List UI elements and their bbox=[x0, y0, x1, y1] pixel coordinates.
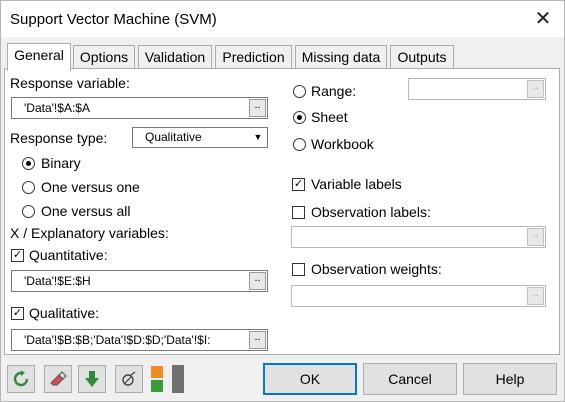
quantitative-value: 'Data'!$E:$H bbox=[24, 274, 91, 288]
eraser-icon bbox=[50, 371, 67, 386]
response-type-label: Response type: bbox=[10, 130, 108, 146]
orange-block-icon bbox=[151, 366, 163, 378]
observation-labels-field[interactable]: .. bbox=[291, 226, 546, 248]
tab-general[interactable]: General bbox=[7, 43, 71, 71]
close-icon[interactable]: ✕ bbox=[528, 8, 558, 30]
svm-dialog: Support Vector Machine (SVM) ✕ General O… bbox=[0, 0, 565, 402]
sheet-label: Sheet bbox=[311, 109, 348, 125]
observation-weights-ref-button[interactable]: .. bbox=[527, 287, 544, 305]
one-versus-one-label: One versus one bbox=[41, 179, 140, 195]
observation-weights-field[interactable]: .. bbox=[291, 285, 546, 307]
observation-labels-ref-button[interactable]: .. bbox=[527, 228, 544, 246]
title-bar: Support Vector Machine (SVM) ✕ bbox=[1, 1, 564, 37]
reset-icon bbox=[13, 370, 29, 387]
green-block-icon bbox=[151, 380, 163, 392]
tab-outputs[interactable]: Outputs bbox=[390, 45, 454, 69]
workbook-label: Workbook bbox=[311, 136, 374, 152]
response-variable-ref-button[interactable]: .. bbox=[249, 99, 266, 117]
workbook-radio[interactable] bbox=[293, 138, 306, 151]
qualitative-value: 'Data'!$B:$B;'Data'!$D:$D;'Data'!$I: bbox=[24, 333, 211, 347]
tab-validation[interactable]: Validation bbox=[138, 45, 212, 69]
response-type-select[interactable]: Qualitative ▼ bbox=[132, 127, 268, 148]
window-title: Support Vector Machine (SVM) bbox=[10, 11, 217, 28]
one-versus-all-radio[interactable] bbox=[22, 205, 35, 218]
clear-button[interactable] bbox=[44, 365, 72, 393]
down-arrow-icon bbox=[85, 371, 99, 387]
observation-labels-checkbox[interactable] bbox=[292, 206, 305, 219]
observation-weights-label: Observation weights: bbox=[311, 261, 442, 277]
explanatory-variables-label: X / Explanatory variables: bbox=[10, 225, 169, 241]
range-ref-button[interactable]: .. bbox=[527, 80, 544, 98]
variable-labels-checkbox[interactable]: ✓ bbox=[292, 178, 305, 191]
binary-label: Binary bbox=[41, 155, 81, 171]
sheet-radio[interactable] bbox=[293, 111, 306, 124]
quantitative-ref-button[interactable]: .. bbox=[249, 272, 266, 290]
general-panel: Response variable: 'Data'!$A:$A .. Respo… bbox=[4, 68, 560, 355]
qualitative-label: Qualitative: bbox=[29, 305, 100, 321]
layout-indicator bbox=[150, 365, 170, 393]
binary-radio[interactable] bbox=[22, 157, 35, 170]
response-type-value: Qualitative bbox=[145, 130, 202, 144]
tag-icon bbox=[122, 371, 136, 386]
quantitative-label: Quantitative: bbox=[29, 247, 108, 263]
tab-options[interactable]: Options bbox=[73, 45, 135, 69]
observation-weights-checkbox[interactable] bbox=[292, 263, 305, 276]
observation-labels-label: Observation labels: bbox=[311, 204, 431, 220]
help-button[interactable]: Help bbox=[463, 363, 557, 395]
quantitative-checkbox[interactable]: ✓ bbox=[11, 249, 24, 262]
cancel-button[interactable]: Cancel bbox=[363, 363, 457, 395]
reset-button[interactable] bbox=[7, 365, 35, 393]
range-label: Range: bbox=[311, 83, 357, 99]
qualitative-ref-button[interactable]: .. bbox=[249, 331, 266, 349]
quantitative-field[interactable]: 'Data'!$E:$H .. bbox=[11, 270, 268, 292]
one-versus-one-radio[interactable] bbox=[22, 181, 35, 194]
chevron-down-icon: ▼ bbox=[253, 132, 263, 142]
variable-labels-label: Variable labels bbox=[311, 176, 402, 192]
one-versus-all-label: One versus all bbox=[41, 203, 131, 219]
gray-block-icon bbox=[172, 365, 184, 393]
tab-prediction[interactable]: Prediction bbox=[215, 45, 292, 69]
response-variable-value: 'Data'!$A:$A bbox=[24, 101, 90, 115]
qualitative-checkbox[interactable]: ✓ bbox=[11, 307, 24, 320]
range-radio[interactable] bbox=[293, 85, 306, 98]
options-tool-button[interactable] bbox=[115, 365, 143, 393]
move-down-button[interactable] bbox=[78, 365, 106, 393]
qualitative-field[interactable]: 'Data'!$B:$B;'Data'!$D:$D;'Data'!$I: .. bbox=[11, 329, 268, 351]
ok-button[interactable]: OK bbox=[263, 363, 357, 395]
range-field[interactable]: .. bbox=[408, 78, 546, 100]
response-variable-label: Response variable: bbox=[10, 75, 130, 91]
response-variable-field[interactable]: 'Data'!$A:$A .. bbox=[11, 97, 268, 119]
tab-missing-data[interactable]: Missing data bbox=[295, 45, 387, 69]
